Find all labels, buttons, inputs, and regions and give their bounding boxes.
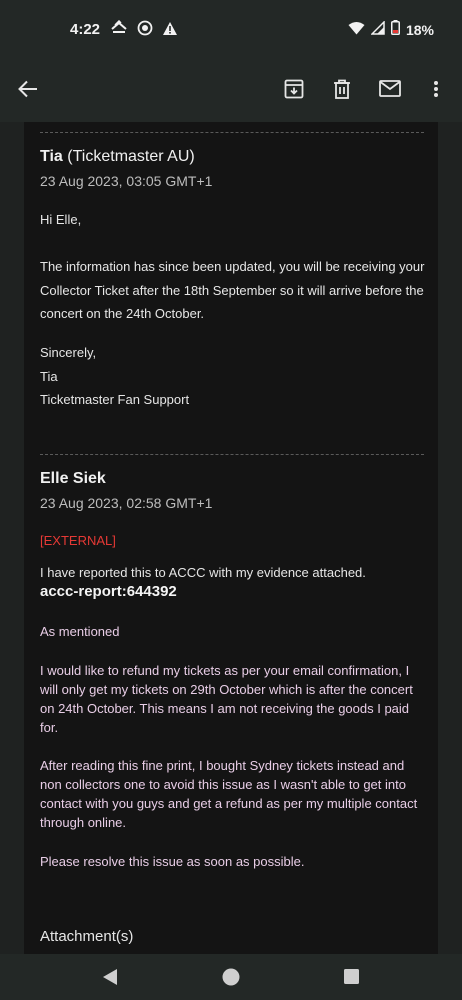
quoted-line: I would like to refund my tickets as per…: [40, 663, 410, 678]
report-id: accc-report:644392: [40, 583, 177, 600]
sender-name: Elle Siek: [40, 470, 106, 487]
back-button[interactable]: [14, 77, 42, 105]
archive-button[interactable]: [280, 77, 308, 105]
signoff-line: Ticketmaster Fan Support: [40, 392, 190, 407]
more-vertical-icon: [433, 80, 439, 103]
signoff-line: Tia: [40, 369, 58, 384]
navigation-bar: [0, 954, 462, 1000]
body-line: concert on the 24th October.: [40, 306, 205, 321]
message-divider: [40, 454, 424, 455]
trash-icon: [333, 79, 351, 104]
quoted-line: non collectors one to avoid this issue a…: [40, 777, 406, 792]
signoff-line: Sincerely,: [40, 345, 97, 360]
quoted-line: contact with you guys and get a refund a…: [40, 796, 418, 811]
battery-low-icon: [390, 20, 400, 40]
email-thread: Tia (Ticketmaster AU) 23 Aug 2023, 03:05…: [24, 122, 438, 954]
quoted-line: will only get my tickets on 29th October…: [40, 682, 413, 697]
record-icon: [137, 20, 153, 41]
sender[interactable]: Tia (Ticketmaster AU): [40, 148, 195, 166]
battery-percent: 18%: [405, 22, 434, 38]
back-nav-button[interactable]: [102, 968, 118, 991]
sender-name: Tia: [40, 148, 63, 165]
sender[interactable]: Elle Siek: [40, 470, 106, 488]
more-options-button[interactable]: [422, 77, 450, 105]
arrow-back-icon: [18, 80, 38, 103]
greeting: Hi Elle,: [40, 212, 82, 227]
reported-line: I have reported this to ACCC with my evi…: [40, 565, 366, 580]
mail-icon: [379, 80, 401, 102]
sender-org: (Ticketmaster AU): [67, 148, 195, 165]
external-tag: [EXTERNAL]: [40, 533, 116, 548]
signal-icon: [370, 19, 385, 40]
home-nav-button[interactable]: [222, 968, 240, 991]
delete-button[interactable]: [328, 77, 356, 105]
quoted-line: As mentioned: [40, 624, 120, 639]
message-divider: [40, 132, 424, 133]
quoted-line: on 24th October. This means I am not rec…: [40, 701, 410, 716]
status-bar: 4:22 18%: [0, 0, 462, 60]
attachments-label: Attachment(s): [40, 928, 134, 945]
body-line: The information has since been updated, …: [40, 259, 425, 274]
archive-icon: [284, 79, 304, 104]
recents-nav-button[interactable]: [344, 969, 359, 989]
quoted-line: Please resolve this issue as soon as pos…: [40, 854, 305, 869]
quoted-line: After reading this fine print, I bought …: [40, 758, 405, 773]
missed-call-icon: [110, 19, 128, 41]
app-bar: [0, 60, 462, 122]
quoted-line: for.: [40, 720, 59, 735]
mark-unread-button[interactable]: [376, 77, 404, 105]
message-date: 23 Aug 2023, 03:05 GMT+1: [40, 173, 213, 189]
status-time: 4:22: [70, 21, 101, 38]
wifi-icon: [348, 21, 365, 40]
body-line: Collector Ticket after the 18th Septembe…: [40, 283, 424, 298]
warning-icon: [162, 21, 178, 41]
quoted-line: through online.: [40, 815, 127, 830]
message-date: 23 Aug 2023, 02:58 GMT+1: [40, 495, 213, 511]
